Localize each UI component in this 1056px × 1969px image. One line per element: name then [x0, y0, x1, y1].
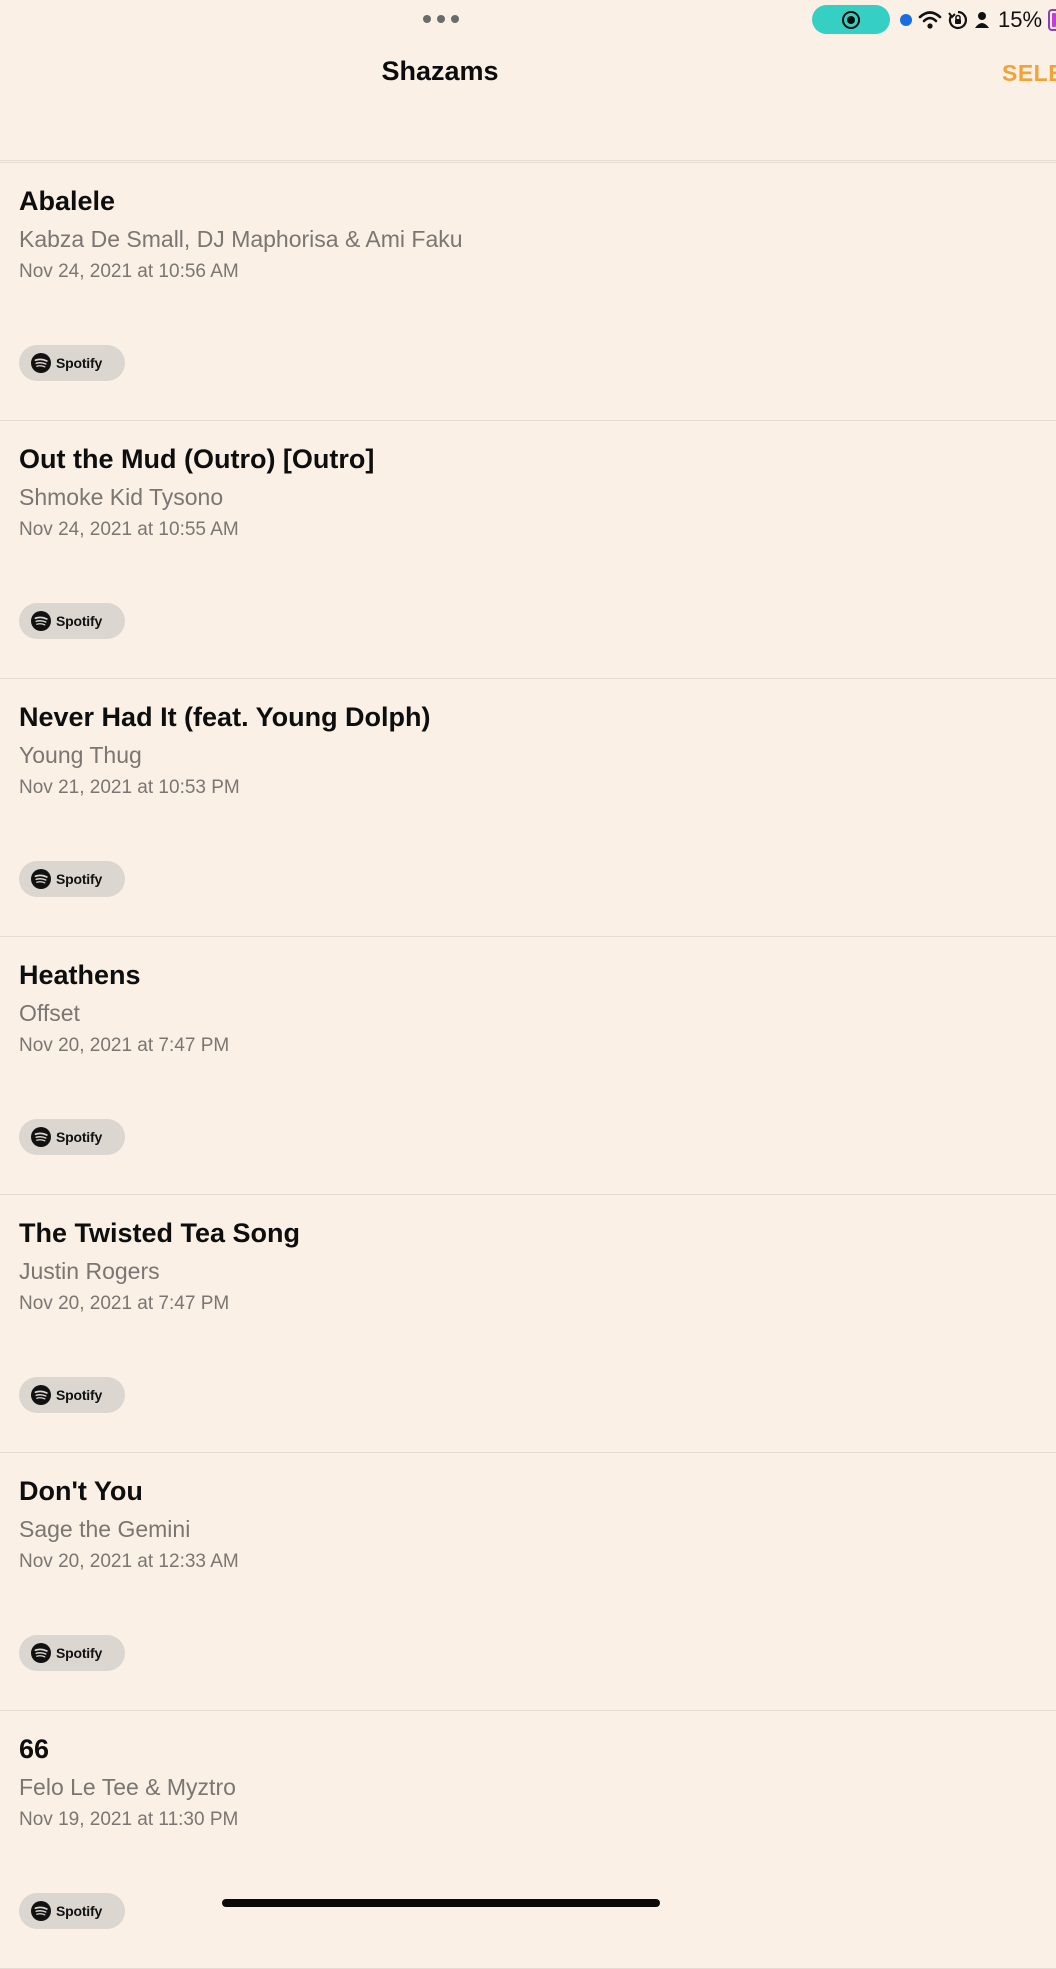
song-artist: Justin Rogers	[19, 1258, 160, 1284]
spotify-button[interactable]: Spotify	[19, 1377, 125, 1413]
song-artist: Shmoke Kid Tysono	[19, 484, 224, 510]
song-title: Out the Mud (Outro) [Outro]	[19, 444, 375, 474]
spotify-label: Spotify	[56, 1387, 103, 1403]
spotify-label: Spotify	[56, 1645, 103, 1661]
person-icon	[975, 12, 989, 28]
status-icons: 15%	[900, 6, 1056, 34]
spotify-icon	[31, 1643, 51, 1663]
wifi-icon	[918, 11, 942, 29]
spotify-icon	[31, 1385, 51, 1405]
page-title: Shazams	[381, 56, 499, 86]
spotify-button[interactable]: Spotify	[19, 1635, 125, 1671]
song-title: Abalele	[19, 186, 116, 216]
song-title: The Twisted Tea Song	[19, 1218, 301, 1248]
song-date: Nov 20, 2021 at 7:47 PM	[19, 1293, 230, 1314]
song-date: Nov 19, 2021 at 11:30 PM	[19, 1809, 239, 1830]
spotify-icon	[31, 869, 51, 889]
spotify-label: Spotify	[56, 871, 103, 887]
multitask-dots-icon[interactable]	[423, 14, 459, 24]
location-dot-icon	[900, 14, 912, 26]
song-date: Nov 20, 2021 at 12:33 AM	[19, 1551, 239, 1572]
song-artist: Offset	[19, 1000, 80, 1026]
spotify-label: Spotify	[56, 355, 103, 371]
song-date: Nov 21, 2021 at 10:53 PM	[19, 777, 240, 798]
spotify-button[interactable]: Spotify	[19, 603, 125, 639]
shazam-list: Abalele Kabza De Small, DJ Maphorisa & A…	[0, 163, 1056, 1969]
list-item[interactable]: The Twisted Tea Song Justin Rogers Nov 2…	[0, 1195, 1056, 1453]
list-item[interactable]: Abalele Kabza De Small, DJ Maphorisa & A…	[0, 163, 1056, 421]
song-artist: Sage the Gemini	[19, 1516, 191, 1542]
list-item[interactable]: Never Had It (feat. Young Dolph) Young T…	[0, 679, 1056, 937]
select-button[interactable]: SELE	[1002, 60, 1056, 87]
spotify-button[interactable]: Spotify	[19, 1893, 125, 1929]
spotify-label: Spotify	[56, 613, 103, 629]
home-indicator[interactable]	[222, 1899, 660, 1907]
song-title: 66	[19, 1734, 50, 1764]
battery-icon	[1048, 9, 1056, 31]
spotify-button[interactable]: Spotify	[19, 861, 125, 897]
song-artist: Felo Le Tee & Myztro	[19, 1774, 236, 1800]
song-date: Nov 24, 2021 at 10:56 AM	[19, 261, 239, 282]
list-item[interactable]: Don't You Sage the Gemini Nov 20, 2021 a…	[0, 1453, 1056, 1711]
song-artist: Young Thug	[19, 742, 142, 768]
spotify-button[interactable]: Spotify	[19, 345, 125, 381]
song-date: Nov 20, 2021 at 7:47 PM	[19, 1035, 230, 1056]
spotify-icon	[31, 353, 51, 373]
song-title: Heathens	[19, 960, 141, 990]
orientation-lock-icon	[948, 10, 967, 30]
status-bar: 15%	[0, 0, 1056, 40]
song-title: Don't You	[19, 1476, 143, 1506]
spotify-icon	[31, 1901, 51, 1921]
spotify-icon	[31, 1127, 51, 1147]
list-item[interactable]: Out the Mud (Outro) [Outro] Shmoke Kid T…	[0, 421, 1056, 679]
list-item[interactable]: 66 Felo Le Tee & Myztro Nov 19, 2021 at …	[0, 1711, 1056, 1969]
battery-percent: 15%	[998, 7, 1043, 32]
screen-record-icon[interactable]	[812, 5, 890, 34]
spotify-label: Spotify	[56, 1129, 103, 1145]
spotify-icon	[31, 611, 51, 631]
song-artist: Kabza De Small, DJ Maphorisa & Ami Faku	[19, 226, 463, 252]
spotify-label: Spotify	[56, 1903, 103, 1919]
list-item[interactable]: Heathens Offset Nov 20, 2021 at 7:47 PM …	[0, 937, 1056, 1195]
song-title: Never Had It (feat. Young Dolph)	[19, 702, 431, 732]
spotify-button[interactable]: Spotify	[19, 1119, 125, 1155]
song-date: Nov 24, 2021 at 10:55 AM	[19, 519, 239, 540]
